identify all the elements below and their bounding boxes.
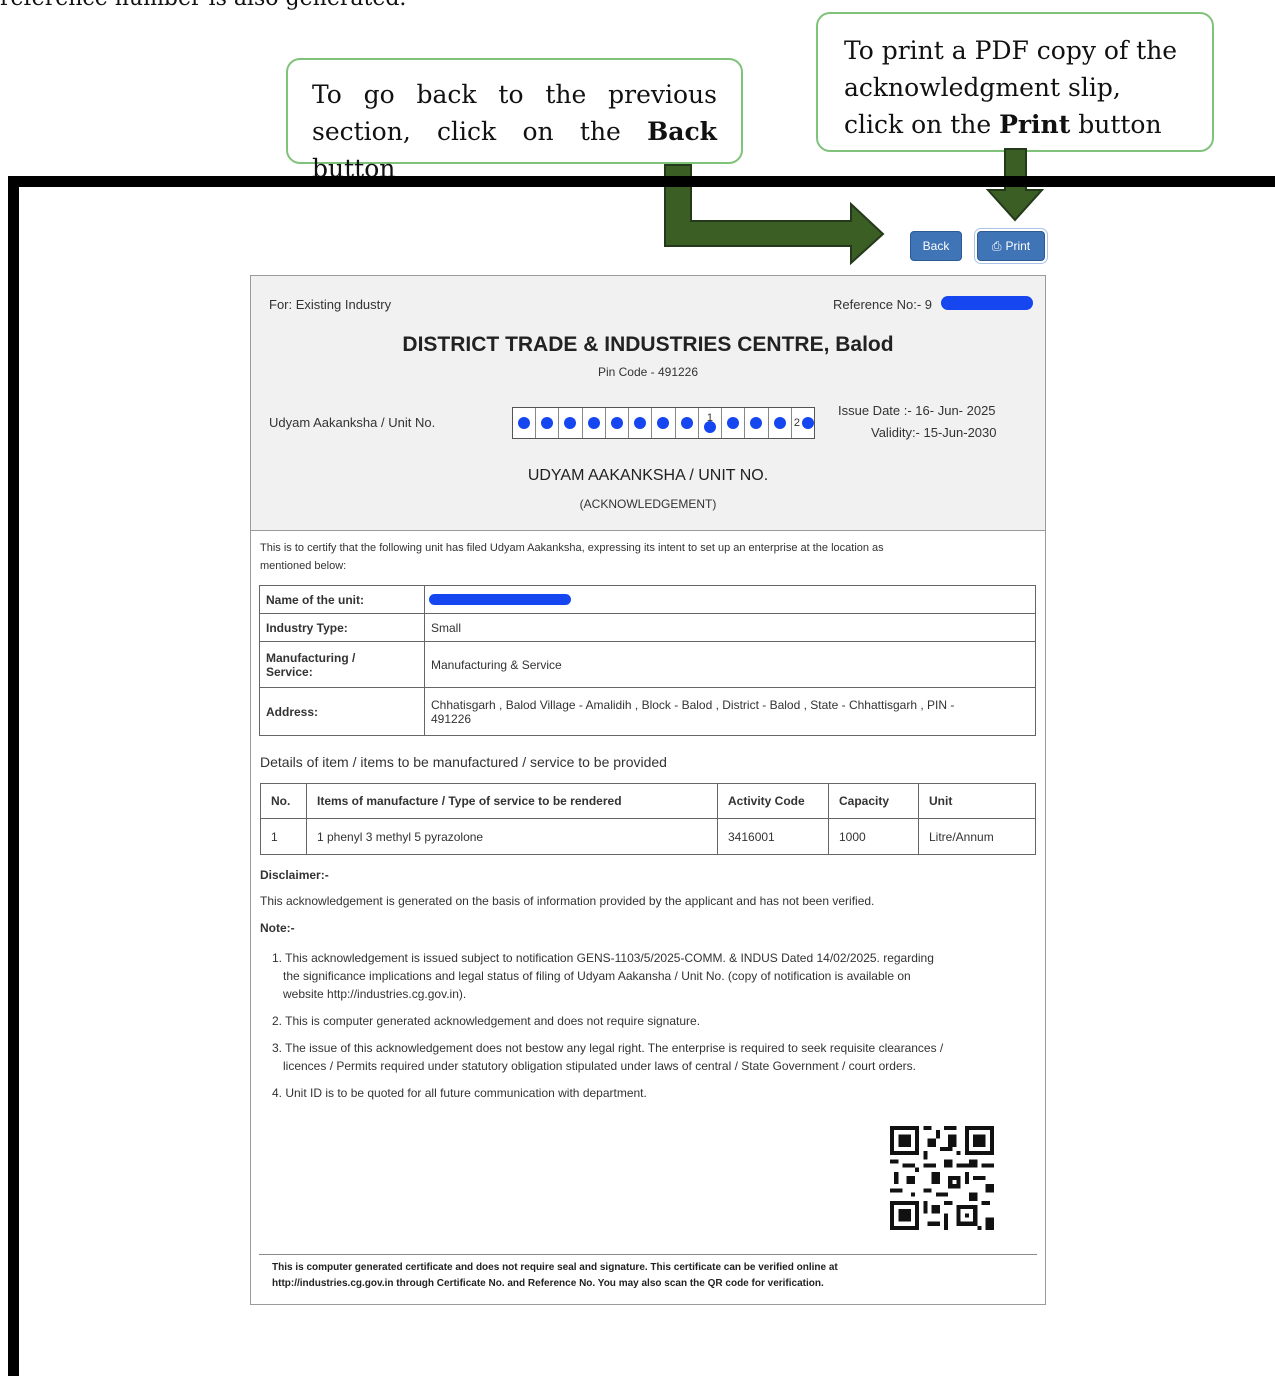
unit-no-cell — [583, 408, 606, 438]
unit-no-cell: 2 — [792, 408, 814, 438]
note-2: 2. This is computer generated acknowledg… — [272, 1014, 701, 1028]
unit-no-cell — [629, 408, 653, 438]
reference-label: Reference No:- 9 — [833, 297, 932, 312]
table-row: 1 1 phenyl 3 methyl 5 pyrazolone 3416001… — [260, 818, 1036, 855]
name-redaction — [429, 593, 571, 605]
footer-divider — [259, 1254, 1037, 1255]
print-button-label: Print — [1005, 239, 1031, 253]
unit-no-label: Udyam Aakanksha / Unit No. — [269, 415, 436, 430]
table-header-row: No. Items of manufacture / Type of servi… — [260, 783, 1036, 819]
note-list: 1. This acknowledgement is issued subjec… — [272, 949, 943, 1102]
unit-no-cell — [769, 408, 792, 438]
item-no: 1 — [260, 818, 307, 855]
org-title: DISTRICT TRADE & INDUSTRIES CENTRE, Balo… — [402, 333, 894, 356]
for-label: For: Existing Industry — [269, 297, 392, 312]
ack-heading: UDYAM AAKANKSHA / UNIT NO. — [527, 467, 769, 484]
unit-no-cell — [559, 408, 583, 438]
certify-text: This is to certify that the following un… — [260, 542, 884, 554]
table-row: Address: Chhatisgarh , Balod Village - A… — [259, 687, 1036, 736]
col-no: No. — [260, 783, 307, 819]
qr-code — [890, 1126, 994, 1230]
note-3: 3. The issue of this acknowledgement doe… — [272, 1041, 944, 1073]
note-title: Note:- — [260, 921, 295, 935]
col-item: Items of manufacture / Type of service t… — [306, 783, 718, 819]
slip-header: For: Existing Industry Reference No:- 9 … — [251, 276, 1045, 531]
unit-no-cell — [513, 408, 537, 438]
item-code: 3416001 — [717, 818, 829, 855]
name-value — [424, 585, 1036, 614]
address-label: Address: — [259, 687, 425, 736]
unit-no-cell: 3 — [536, 408, 560, 438]
table-row: Name of the unit: — [259, 585, 1036, 614]
back-button[interactable]: Back — [910, 231, 962, 261]
item-unit: Litre/Annum — [918, 818, 1036, 855]
col-activity-code: Activity Code — [717, 783, 829, 819]
print-button[interactable]: ⎙ Print — [974, 228, 1048, 264]
unit-no-cell: 6 — [745, 408, 769, 438]
col-unit: Unit — [918, 783, 1036, 819]
unit-no-cell — [652, 408, 676, 438]
disclaimer-title: Disclaimer:- — [260, 868, 329, 882]
unit-no-cell — [606, 408, 630, 438]
printer-icon: ⎙ — [991, 238, 1002, 253]
unit-no-cell — [676, 408, 699, 438]
address-value: Chhatisgarh , Balod Village - Amalidih ,… — [424, 687, 1036, 736]
note-1: 1. This acknowledgement is issued subjec… — [272, 951, 934, 1001]
name-label: Name of the unit: — [259, 585, 425, 614]
item-capacity: 1000 — [828, 818, 919, 855]
unit-info-table: Name of the unit: Industry Type: Small M… — [259, 585, 1036, 736]
industry-label: Industry Type: — [259, 613, 425, 642]
validity-date: Validity:- 15-Jun-2030 — [871, 425, 997, 440]
mfg-label: Manufacturing / Service: — [259, 641, 425, 688]
reference-redaction — [941, 296, 1033, 310]
items-heading: Details of item / items to be manufactur… — [260, 754, 667, 770]
ack-subheading: (ACKNOWLEDGEMENT) — [579, 497, 717, 511]
item-name: 1 phenyl 3 methyl 5 pyrazolone — [306, 818, 718, 855]
issue-date: Issue Date :- 16- Jun- 2025 — [838, 403, 996, 418]
items-table: No. Items of manufacture / Type of servi… — [260, 783, 1036, 855]
pin-code: Pin Code - 491226 — [597, 365, 699, 379]
unit-no-cell: 2 — [722, 408, 746, 438]
note-4: 4. Unit ID is to be quoted for all futur… — [272, 1086, 647, 1100]
unit-no-cell: 1 — [699, 408, 723, 438]
table-row: Industry Type: Small — [259, 613, 1036, 642]
col-capacity: Capacity — [828, 783, 919, 819]
table-row: Manufacturing / Service: Manufacturing & … — [259, 641, 1036, 688]
acknowledgement-slip: For: Existing Industry Reference No:- 9 … — [250, 275, 1046, 1305]
unit-no-boxes: 3 1 2 6 2 — [512, 407, 815, 439]
certify-text-2: mentioned below: — [260, 560, 347, 572]
industry-value: Small — [424, 613, 1036, 642]
disclaimer-text: This acknowledgement is generated on the… — [260, 894, 875, 908]
mfg-value: Manufacturing & Service — [424, 641, 1036, 688]
footer-note: This is computer generated certificate a… — [272, 1262, 838, 1289]
